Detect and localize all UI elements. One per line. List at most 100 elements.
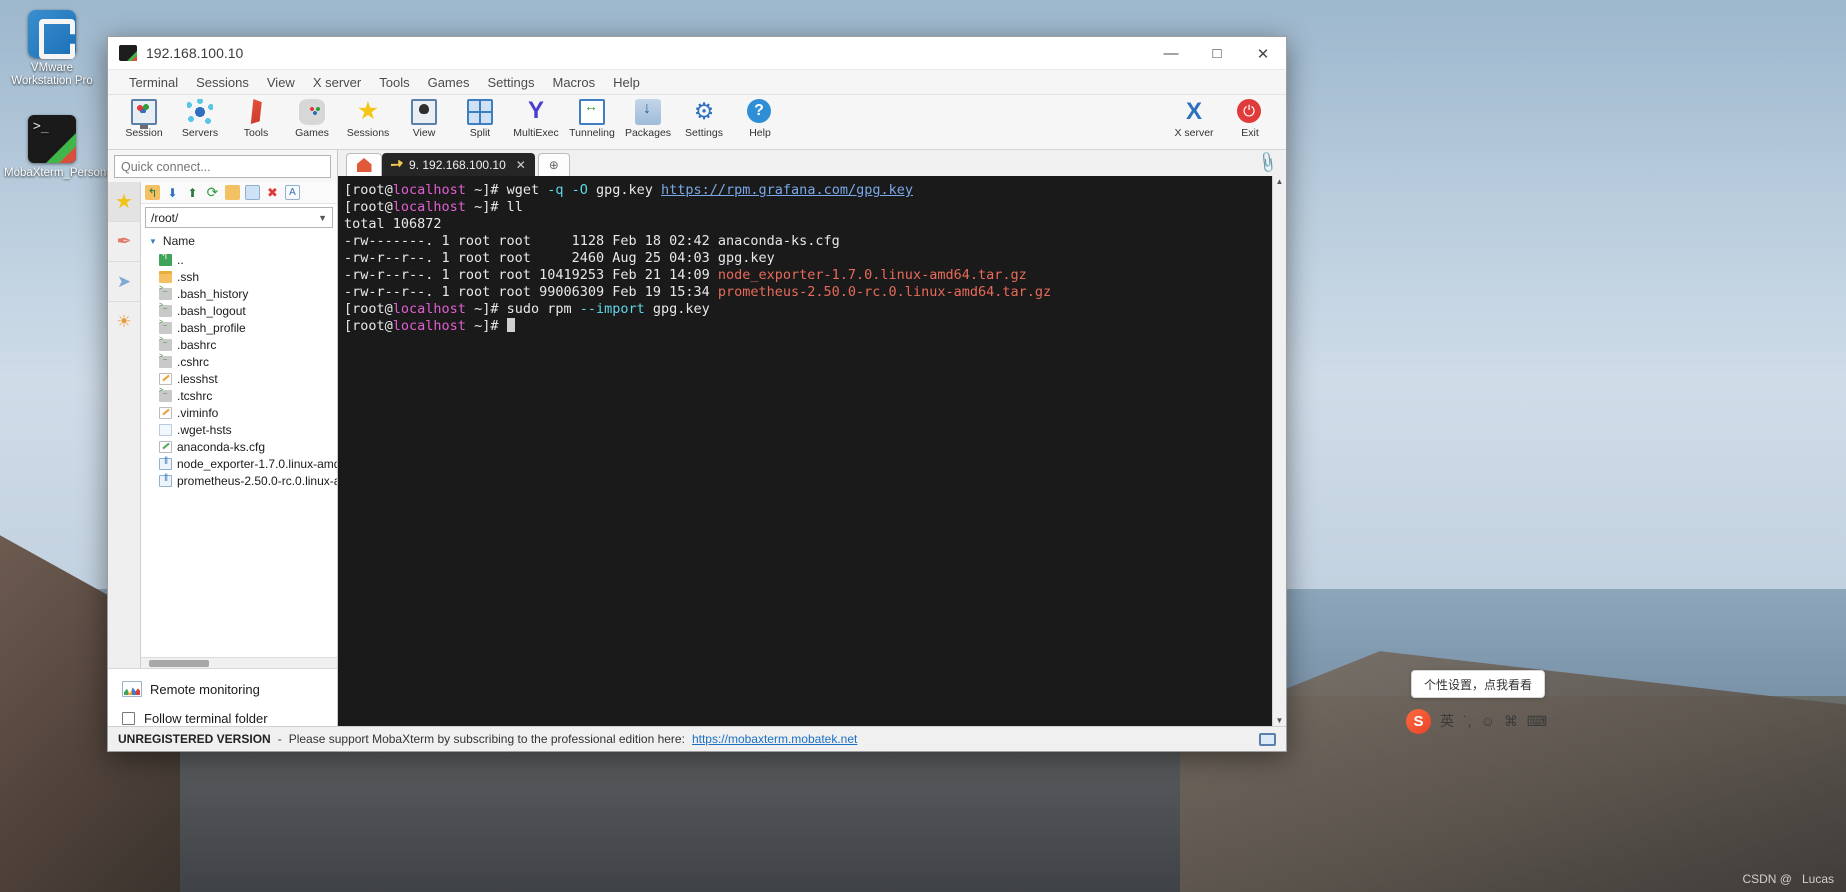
list-item[interactable]: anaconda-ks.cfg <box>141 438 337 455</box>
close-tab-icon[interactable]: ✕ <box>512 158 530 172</box>
list-item[interactable]: .viminfo <box>141 404 337 421</box>
toolbar-tools[interactable]: Tools <box>228 99 284 139</box>
terminal-text: localhost <box>392 199 466 215</box>
menu-view[interactable]: View <box>258 70 304 95</box>
ime-voice-button[interactable]: ⌘ <box>1504 713 1518 730</box>
maximize-button[interactable]: □ <box>1194 37 1240 70</box>
list-item[interactable]: prometheus-2.50.0-rc.0.linux-a <box>141 472 337 489</box>
list-item[interactable]: .ssh <box>141 268 337 285</box>
list-item[interactable]: .tcshrc <box>141 387 337 404</box>
mobaxterm-link[interactable]: https://mobaxterm.mobatek.net <box>692 732 857 746</box>
remote-monitoring-button[interactable]: Remote monitoring <box>108 677 337 701</box>
follow-terminal-folder-label: Follow terminal folder <box>144 711 268 726</box>
desktop-icon-vmware[interactable]: VMware Workstation Pro <box>4 10 100 88</box>
status-dash: - <box>277 732 282 746</box>
toolbar-label: View <box>412 127 436 139</box>
new-file-icon[interactable] <box>245 185 260 200</box>
ime-emoji-button[interactable]: ☺ <box>1481 713 1495 729</box>
toolbar-exit[interactable]: ⏻ Exit <box>1222 99 1278 139</box>
sidebar-tab-sessions[interactable]: ★ <box>108 182 140 222</box>
menu-settings[interactable]: Settings <box>479 70 544 95</box>
text-mode-icon[interactable]: A <box>285 185 300 200</box>
sogou-logo-icon[interactable]: S <box>1406 708 1431 734</box>
ime-punctuation-button[interactable]: ˙, <box>1463 713 1472 729</box>
menu-x-server[interactable]: X server <box>304 70 370 95</box>
list-item[interactable]: .wget-hsts <box>141 421 337 438</box>
menu-games[interactable]: Games <box>419 70 479 95</box>
new-tab-button[interactable]: ⊕ <box>537 153 570 176</box>
go-up-icon[interactable]: ↰ <box>145 185 160 200</box>
upload-icon[interactable]: ⬆ <box>185 185 200 200</box>
toolbar-multiexec[interactable]: Y MultiExec <box>508 99 564 140</box>
toolbar-games[interactable]: Games <box>284 99 340 139</box>
document-file-icon <box>159 372 172 385</box>
list-item[interactable]: node_exporter-1.7.0.linux-amd <box>141 455 337 472</box>
terminal-text: localhost <box>392 182 466 198</box>
list-item[interactable]: .. <box>141 251 337 268</box>
refresh-icon[interactable]: ⟳ <box>205 184 220 200</box>
toolbar-session[interactable]: Session <box>116 99 172 139</box>
list-item[interactable]: .bashrc <box>141 336 337 353</box>
sidebar-tab-macros[interactable]: ➤ <box>108 262 140 302</box>
scroll-down-icon[interactable]: ▼ <box>1276 716 1284 725</box>
status-message: Please support MobaXterm by subscribing … <box>288 732 685 746</box>
file-list[interactable]: .. .ssh .bash_history .bash_logout <box>141 251 337 657</box>
file-column-header[interactable]: ▼ Name <box>141 231 337 251</box>
sidebar-tab-globe[interactable]: ☀ <box>108 302 140 342</box>
toolbar-view[interactable]: View <box>396 99 452 139</box>
session-tab-192-168-100-10[interactable]: 9. 192.168.100.10 ✕ <box>382 153 535 176</box>
monitor-status-icon[interactable] <box>1259 732 1276 746</box>
menu-macros[interactable]: Macros <box>543 70 604 95</box>
menu-terminal[interactable]: Terminal <box>120 70 187 95</box>
toolbar-servers[interactable]: Servers <box>172 99 228 139</box>
new-folder-icon[interactable] <box>225 185 240 200</box>
download-icon[interactable]: ⬇ <box>165 185 180 200</box>
terminal-output[interactable]: [root@localhost ~]# wget -q -O gpg.key h… <box>338 176 1272 726</box>
left-sidebar: ★ ✒ ➤ ☀ ↰ ⬇ ⬆ ⟳ ✖ A <box>108 150 338 726</box>
sftp-browser: ↰ ⬇ ⬆ ⟳ ✖ A /root/ ▼ ▼ Name ↰ .. .ssh >_… <box>141 182 337 668</box>
menu-sessions[interactable]: Sessions <box>187 70 258 95</box>
list-item[interactable]: .bash_logout <box>141 302 337 319</box>
terminal-scrollbar[interactable]: ▲ ▼ <box>1272 176 1286 726</box>
document-file-icon <box>159 406 172 419</box>
list-item[interactable]: .cshrc <box>141 353 337 370</box>
file-name: .lesshst <box>177 371 218 386</box>
file-name: .cshrc <box>177 354 210 369</box>
file-list-hscrollbar[interactable] <box>141 657 337 668</box>
toolbar-tunneling[interactable]: Tunneling <box>564 98 620 139</box>
file-name: node_exporter-1.7.0.linux-amd <box>177 456 337 471</box>
quick-connect-input[interactable] <box>114 155 331 178</box>
follow-terminal-folder-row[interactable]: Follow terminal folder <box>108 701 337 726</box>
toolbar-split[interactable]: Split <box>452 99 508 139</box>
home-tab[interactable] <box>346 153 382 176</box>
terminal-text: https://rpm.grafana.com/gpg.key <box>661 182 913 198</box>
toolbar-packages[interactable]: Packages <box>620 99 676 139</box>
ime-language-button[interactable]: 英 <box>1440 711 1454 731</box>
terminal-text: total 106872 <box>344 216 442 232</box>
desktop-icon-mobaxterm[interactable]: >_ MobaXterm_Personal_2... <box>4 115 138 180</box>
toolbar-settings[interactable]: ⚙ Settings <box>676 99 732 139</box>
ime-keyboard-button[interactable]: ⌨ <box>1527 713 1547 730</box>
toolbar-sessions[interactable]: ★ Sessions <box>340 99 396 140</box>
list-item[interactable]: .bash_history <box>141 285 337 302</box>
list-item[interactable]: .lesshst <box>141 370 337 387</box>
toolbar-x-server[interactable]: X X server <box>1166 99 1222 140</box>
follow-terminal-folder-checkbox[interactable] <box>122 712 135 725</box>
script-file-icon <box>159 336 172 351</box>
path-dropdown[interactable]: /root/ ▼ <box>145 207 333 228</box>
watermark-label: CSDN @ Lucas <box>1742 872 1834 886</box>
toolbar-help[interactable]: ? Help <box>732 99 788 139</box>
terminal-text: localhost <box>392 301 466 317</box>
terminal-text: [root@ <box>344 301 393 317</box>
sidebar-tab-tools[interactable]: ✒ <box>108 222 140 262</box>
menu-help[interactable]: Help <box>604 70 649 95</box>
close-button[interactable]: ✕ <box>1240 37 1286 70</box>
unregistered-label: UNREGISTERED VERSION <box>118 732 271 746</box>
delete-icon[interactable]: ✖ <box>265 185 280 200</box>
minimize-button[interactable]: — <box>1148 37 1194 70</box>
list-item[interactable]: .bash_profile <box>141 319 337 336</box>
ime-tip-bubble[interactable]: 个性设置，点我看看 <box>1411 670 1545 698</box>
menu-tools[interactable]: Tools <box>370 70 418 95</box>
games-gamepad-icon <box>299 99 325 125</box>
terminal-text: localhost <box>392 318 466 334</box>
